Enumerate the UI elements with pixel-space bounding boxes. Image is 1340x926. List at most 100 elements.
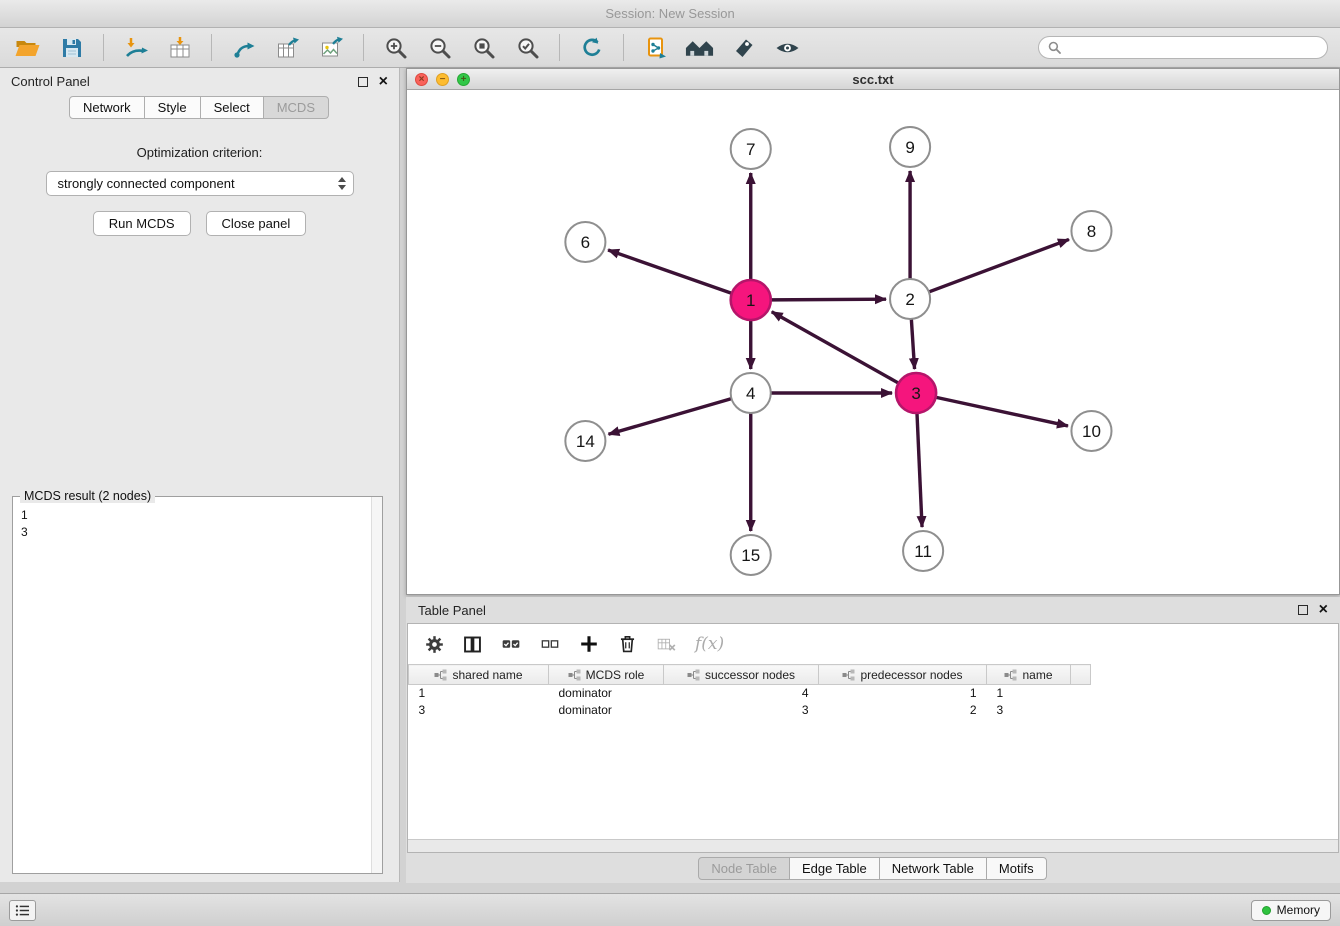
style-tag-button[interactable] — [728, 32, 759, 63]
optimization-criterion-dropdown[interactable]: strongly connected component — [46, 171, 354, 196]
table-cell[interactable]: 3 — [409, 702, 549, 719]
export-image-icon — [320, 36, 344, 60]
tab-motifs[interactable]: Motifs — [986, 857, 1047, 880]
mcds-result-item[interactable]: 3 — [21, 524, 362, 541]
search-input[interactable] — [1066, 41, 1318, 55]
graph-edge-3-11[interactable] — [917, 413, 922, 527]
table-cell[interactable]: dominator — [549, 685, 664, 702]
minimize-window-icon[interactable]: − — [436, 73, 449, 86]
column-header-shared-name[interactable]: shared name — [409, 665, 549, 685]
table-row[interactable]: 1dominator411 — [409, 685, 1091, 702]
zoom-fit-button[interactable] — [468, 32, 499, 63]
zoom-selected-button[interactable] — [512, 32, 543, 63]
result-scrollbar[interactable] — [371, 497, 382, 873]
graph-edge-2-8[interactable] — [929, 239, 1069, 292]
tab-network[interactable]: Network — [69, 96, 145, 119]
delete-table-button[interactable] — [655, 634, 678, 655]
tab-mcds[interactable]: MCDS — [263, 96, 329, 119]
import-network-button[interactable] — [120, 32, 151, 63]
delete-column-button[interactable] — [617, 633, 638, 655]
table-cell[interactable]: 3 — [987, 702, 1071, 719]
graph-node-9[interactable] — [890, 127, 930, 167]
style-tag-icon — [732, 36, 756, 60]
titlebar: Session: New Session — [0, 0, 1340, 28]
add-column-button[interactable] — [578, 633, 600, 655]
graph-node-11[interactable] — [903, 531, 943, 571]
search-field[interactable] — [1038, 36, 1328, 59]
table-cell[interactable]: 1 — [409, 685, 549, 702]
close-panel-button[interactable]: Close panel — [206, 211, 307, 236]
tab-select[interactable]: Select — [200, 96, 264, 119]
float-table-panel-icon[interactable] — [1298, 605, 1308, 615]
unselect-all-button[interactable] — [539, 634, 561, 654]
graph-node-1[interactable] — [731, 280, 771, 320]
close-window-icon[interactable]: × — [415, 73, 428, 86]
tab-edge-table[interactable]: Edge Table — [789, 857, 880, 880]
tab-network-table[interactable]: Network Table — [879, 857, 987, 880]
control-panel-header: Control Panel × — [0, 68, 399, 95]
graph-node-4[interactable] — [731, 373, 771, 413]
column-header-predecessor-nodes[interactable]: predecessor nodes — [819, 665, 987, 685]
select-all-button[interactable] — [500, 634, 522, 654]
network-graph[interactable]: 7968124314101511 — [407, 90, 1339, 594]
mcds-result-list[interactable]: 13 — [13, 505, 370, 873]
graph-edge-2-3[interactable] — [911, 319, 914, 369]
open-session-button[interactable] — [12, 32, 43, 63]
save-session-button[interactable] — [56, 32, 87, 63]
tab-node-table[interactable]: Node Table — [698, 857, 790, 880]
table-horizontal-scrollbar[interactable] — [408, 839, 1338, 852]
graph-edge-4-14[interactable] — [608, 399, 731, 435]
close-panel-icon[interactable]: × — [379, 76, 388, 88]
main-toolbar — [0, 28, 1340, 68]
export-table-button[interactable] — [272, 32, 303, 63]
graph-edge-1-6[interactable] — [608, 250, 732, 293]
memory-button[interactable]: Memory — [1251, 900, 1331, 921]
graph-node-7[interactable] — [731, 129, 771, 169]
graph-edge-1-2[interactable] — [771, 299, 886, 300]
graph-node-14[interactable] — [565, 421, 605, 461]
table-row[interactable]: 3dominator323 — [409, 702, 1091, 719]
export-image-button[interactable] — [316, 32, 347, 63]
refresh-layout-button[interactable] — [576, 32, 607, 63]
mcds-result-box: MCDS result (2 nodes) 13 — [12, 496, 383, 874]
column-header-name[interactable]: name — [987, 665, 1071, 685]
network-canvas[interactable]: 7968124314101511 — [407, 90, 1339, 594]
import-table-button[interactable] — [164, 32, 195, 63]
eye-icon — [774, 36, 801, 60]
zoom-in-button[interactable] — [380, 32, 411, 63]
column-header-successor-nodes[interactable]: successor nodes — [664, 665, 819, 685]
graph-node-15[interactable] — [731, 535, 771, 575]
close-table-panel-icon[interactable]: × — [1319, 604, 1328, 616]
function-builder-button[interactable]: f(x) — [695, 634, 724, 654]
table-cell[interactable]: 3 — [664, 702, 819, 719]
task-history-button[interactable] — [9, 900, 36, 921]
table-settings-button[interactable] — [424, 634, 445, 655]
status-bar: Memory — [0, 893, 1340, 926]
graph-edge-3-10[interactable] — [936, 397, 1068, 426]
graph-node-2[interactable] — [890, 279, 930, 319]
table-cell[interactable]: 1 — [819, 685, 987, 702]
delete-table-icon — [655, 634, 678, 655]
graph-node-8[interactable] — [1071, 211, 1111, 251]
duplicate-network-button[interactable] — [640, 32, 671, 63]
column-header-MCDS-role[interactable]: MCDS role — [549, 665, 664, 685]
zoom-out-button[interactable] — [424, 32, 455, 63]
table-cell[interactable]: 4 — [664, 685, 819, 702]
graph-node-3[interactable] — [896, 373, 936, 413]
run-mcds-button[interactable]: Run MCDS — [93, 211, 191, 236]
export-network-button[interactable] — [228, 32, 259, 63]
home-view-button[interactable] — [684, 32, 715, 63]
graph-edge-3-1[interactable] — [772, 312, 899, 383]
select-all-icon — [500, 634, 522, 654]
table-cell[interactable]: dominator — [549, 702, 664, 719]
show-view-button[interactable] — [772, 32, 803, 63]
tab-style[interactable]: Style — [144, 96, 201, 119]
table-cell[interactable]: 1 — [987, 685, 1071, 702]
graph-node-6[interactable] — [565, 222, 605, 262]
show-columns-button[interactable] — [462, 634, 483, 655]
table-cell[interactable]: 2 — [819, 702, 987, 719]
maximize-window-icon[interactable]: + — [457, 73, 470, 86]
mcds-result-item[interactable]: 1 — [21, 507, 362, 524]
graph-node-10[interactable] — [1071, 411, 1111, 451]
float-panel-icon[interactable] — [358, 77, 368, 87]
